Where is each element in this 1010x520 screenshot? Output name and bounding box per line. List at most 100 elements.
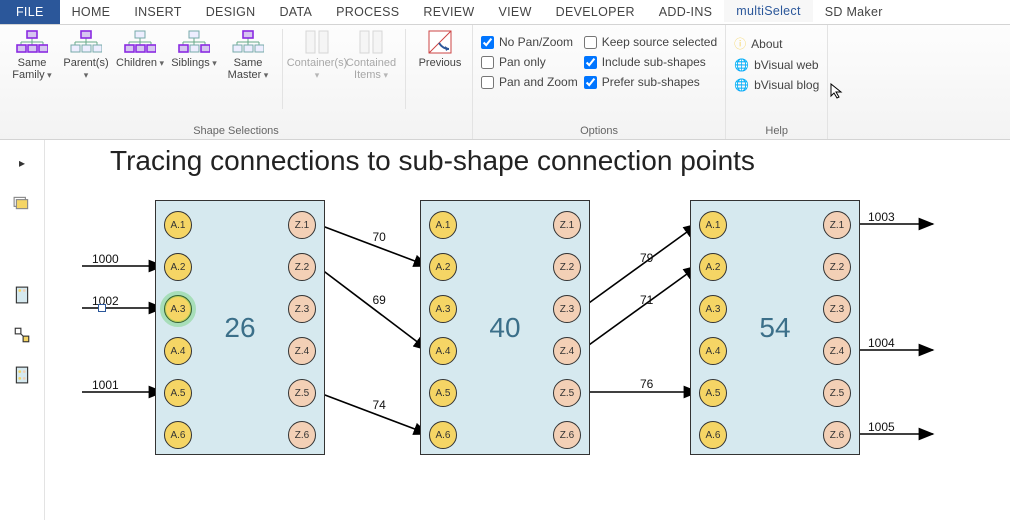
tab-design[interactable]: DESIGN <box>194 0 268 24</box>
port-26-a1[interactable]: A.1 <box>164 211 192 239</box>
port-40-a5[interactable]: A.5 <box>429 379 457 407</box>
port-40-z4[interactable]: Z.4 <box>553 337 581 365</box>
option-no-pan-zoom[interactable]: No Pan/Zoom <box>481 35 578 49</box>
port-40-z2[interactable]: Z.2 <box>553 253 581 281</box>
mouse-cursor-icon <box>829 83 845 99</box>
option-prefer-sub-checkbox[interactable] <box>584 76 597 89</box>
option-include-sub-checkbox[interactable] <box>584 56 597 69</box>
port-54-z4[interactable]: Z.4 <box>823 337 851 365</box>
bvisual-web-link[interactable]: 🌐bVisual web <box>734 58 819 72</box>
port-54-a2[interactable]: A.2 <box>699 253 727 281</box>
port-26-z1[interactable]: Z.1 <box>288 211 316 239</box>
previous-button-icon <box>423 29 457 55</box>
svg-text:69: 69 <box>373 293 387 307</box>
selection-handle[interactable] <box>98 304 106 312</box>
svg-text:1000: 1000 <box>92 252 119 266</box>
svg-text:79: 79 <box>640 251 654 265</box>
expand-icon[interactable]: ▸ <box>13 154 31 172</box>
port-26-z5[interactable]: Z.5 <box>288 379 316 407</box>
port-54-a1[interactable]: A.1 <box>699 211 727 239</box>
port-54-a6[interactable]: A.6 <box>699 421 727 449</box>
port-26-z4[interactable]: Z.4 <box>288 337 316 365</box>
svg-text:70: 70 <box>373 230 387 244</box>
previous-button[interactable]: Previous <box>416 29 464 69</box>
tab-add-ins[interactable]: ADD-INS <box>647 0 725 24</box>
shape-box-40-number: 40 <box>489 312 520 344</box>
port-26-z3[interactable]: Z.3 <box>288 295 316 323</box>
stencil-icon-1[interactable] <box>13 286 31 304</box>
port-54-z2[interactable]: Z.2 <box>823 253 851 281</box>
option-pan-and-zoom[interactable]: Pan and Zoom <box>481 75 578 89</box>
port-54-a5[interactable]: A.5 <box>699 379 727 407</box>
same-family-button[interactable]: SameFamily <box>8 29 56 81</box>
port-40-z3[interactable]: Z.3 <box>553 295 581 323</box>
svg-text:76: 76 <box>640 377 654 391</box>
port-26-a3[interactable]: A.3 <box>164 295 192 323</box>
shapes-panel-icon[interactable] <box>13 194 31 212</box>
option-include-sub[interactable]: Include sub-shapes <box>584 55 717 69</box>
group-label-shape-selections: Shape Selections <box>8 123 464 137</box>
port-54-a4[interactable]: A.4 <box>699 337 727 365</box>
siblings-button[interactable]: Siblings <box>170 29 218 69</box>
tab-multiselect[interactable]: multiSelect <box>724 0 812 24</box>
same-master-button[interactable]: SameMaster <box>224 29 272 81</box>
stencil-icon-3[interactable] <box>13 366 31 384</box>
svg-text:1003: 1003 <box>868 210 895 224</box>
port-54-z5[interactable]: Z.5 <box>823 379 851 407</box>
siblings-button-icon <box>177 29 211 55</box>
stencil-icon-2[interactable] <box>13 326 31 344</box>
shape-box-40[interactable]: 40 A.1 Z.1 A.2 Z.2 A.3 Z.3 A.4 Z.4 A.5 Z.5 A.6 Z.6 <box>420 200 590 455</box>
port-40-z1[interactable]: Z.1 <box>553 211 581 239</box>
port-26-a2[interactable]: A.2 <box>164 253 192 281</box>
svg-text:1004: 1004 <box>868 336 895 350</box>
shape-box-26[interactable]: 26 A.1 Z.1 A.2 Z.2 A.3 Z.3 A.4 Z.4 A.5 Z.5 A.6 Z.6 <box>155 200 325 455</box>
work-area: ▸ Tracing connections to sub-shape conne… <box>0 140 1010 520</box>
children-button[interactable]: Children <box>116 29 164 69</box>
tab-process[interactable]: PROCESS <box>324 0 411 24</box>
port-26-z2[interactable]: Z.2 <box>288 253 316 281</box>
drawing-canvas[interactable]: Tracing connections to sub-shape connect… <box>45 140 1010 520</box>
option-pan-only[interactable]: Pan only <box>481 55 578 69</box>
port-40-a3[interactable]: A.3 <box>429 295 457 323</box>
option-pan-only-checkbox[interactable] <box>481 56 494 69</box>
tab-review[interactable]: REVIEW <box>411 0 486 24</box>
port-26-a6[interactable]: A.6 <box>164 421 192 449</box>
port-54-z6[interactable]: Z.6 <box>823 421 851 449</box>
port-40-a6[interactable]: A.6 <box>429 421 457 449</box>
shape-box-54[interactable]: 54A.1Z.1A.2Z.2A.3Z.3A.4Z.4A.5Z.5A.6Z.6 <box>690 200 860 455</box>
svg-text:74: 74 <box>373 398 387 412</box>
port-54-z1[interactable]: Z.1 <box>823 211 851 239</box>
containers-button-label: Container(s) <box>287 57 348 81</box>
option-pan-and-zoom-checkbox[interactable] <box>481 76 494 89</box>
contained-items-button-icon <box>354 29 388 55</box>
port-26-a5[interactable]: A.5 <box>164 379 192 407</box>
port-40-a2[interactable]: A.2 <box>429 253 457 281</box>
shape-box-26-number: 26 <box>224 312 255 344</box>
option-keep-source[interactable]: Keep source selected <box>584 35 717 49</box>
port-26-z6[interactable]: Z.6 <box>288 421 316 449</box>
bvisual-blog-link[interactable]: 🌐bVisual blog <box>734 78 819 92</box>
port-54-a3[interactable]: A.3 <box>699 295 727 323</box>
tab-view[interactable]: VIEW <box>487 0 544 24</box>
tab-data[interactable]: DATA <box>267 0 324 24</box>
option-keep-source-checkbox[interactable] <box>584 36 597 49</box>
option-no-pan-zoom-checkbox[interactable] <box>481 36 494 49</box>
tab-sd-maker[interactable]: SD Maker <box>813 0 895 24</box>
port-40-z6[interactable]: Z.6 <box>553 421 581 449</box>
parents-button[interactable]: Parent(s) <box>62 29 110 81</box>
tab-insert[interactable]: INSERT <box>122 0 193 24</box>
svg-text:1005: 1005 <box>868 420 895 434</box>
port-40-a1[interactable]: A.1 <box>429 211 457 239</box>
same-family-button-icon <box>15 29 49 55</box>
tab-file[interactable]: FILE <box>0 0 60 24</box>
port-40-a4[interactable]: A.4 <box>429 337 457 365</box>
port-40-z5[interactable]: Z.5 <box>553 379 581 407</box>
tab-home[interactable]: HOME <box>60 0 123 24</box>
tab-developer[interactable]: DEVELOPER <box>544 0 647 24</box>
port-54-z3[interactable]: Z.3 <box>823 295 851 323</box>
contained-items-button: ContainedItems <box>347 29 395 81</box>
about-icon: ⓘ <box>734 35 746 52</box>
port-26-a4[interactable]: A.4 <box>164 337 192 365</box>
about-link[interactable]: ⓘAbout <box>734 35 819 52</box>
option-prefer-sub[interactable]: Prefer sub-shapes <box>584 75 717 89</box>
